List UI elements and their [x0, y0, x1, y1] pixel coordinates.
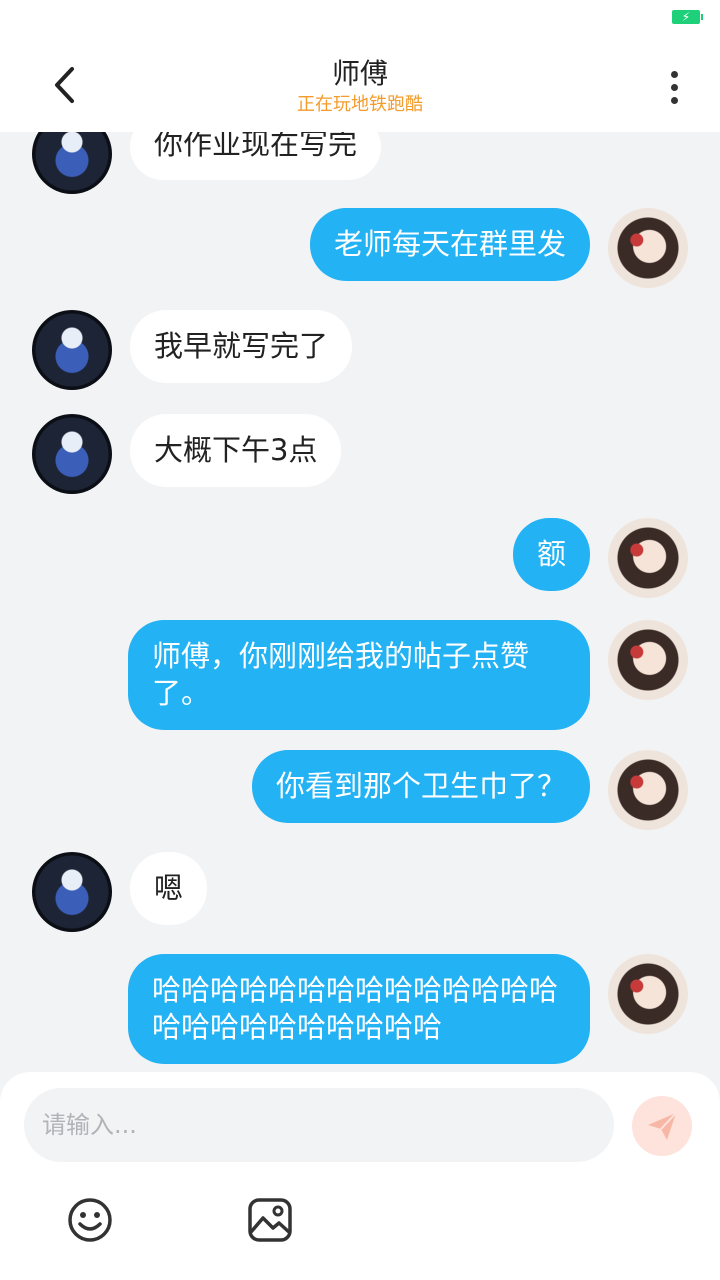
send-button[interactable]	[632, 1096, 692, 1156]
contact-avatar[interactable]	[32, 414, 112, 494]
emoji-button[interactable]	[66, 1196, 114, 1244]
message-item: 你看到那个卫生巾了？	[251, 750, 688, 830]
more-options-button[interactable]	[654, 62, 694, 112]
message-item: 哈哈哈哈哈哈哈哈哈哈哈哈哈哈哈哈哈哈哈哈哈哈哈哈	[128, 954, 688, 1064]
message-item: 老师每天在群里发	[309, 208, 688, 288]
message-item: 额	[512, 518, 688, 598]
message-bubble: 你看到那个卫生巾了？	[251, 750, 590, 823]
message-bubble: 我早就写完了	[130, 310, 353, 383]
more-vertical-icon	[670, 70, 678, 78]
message-item: 大概下午3点	[32, 414, 342, 494]
contact-avatar[interactable]	[32, 852, 112, 932]
image-icon	[248, 1198, 292, 1242]
user-avatar[interactable]	[608, 518, 688, 598]
image-button[interactable]	[246, 1196, 294, 1244]
more-vertical-icon-dot	[670, 83, 678, 91]
user-avatar[interactable]	[608, 208, 688, 288]
message-list[interactable]: 你作业现在写完 老师每天在群里发 我早就写完了 大概下午3点 额 师傅，你刚刚给…	[0, 132, 720, 1072]
contact-avatar[interactable]	[32, 132, 112, 194]
message-bubble: 嗯	[130, 852, 208, 925]
user-avatar[interactable]	[608, 620, 688, 700]
message-item: 你作业现在写完	[32, 132, 382, 194]
chat-title: 师傅	[331, 57, 388, 90]
contact-avatar[interactable]	[32, 310, 112, 390]
user-avatar[interactable]	[608, 954, 688, 1034]
message-bubble: 你作业现在写完	[130, 132, 382, 180]
message-item: 嗯	[32, 852, 208, 932]
message-bubble: 额	[512, 518, 590, 591]
chat-header: 师傅 正在玩地铁跑酷	[0, 40, 720, 132]
chat-status: 正在玩地铁跑酷	[297, 94, 423, 115]
message-item: 我早就写完了	[32, 310, 353, 390]
message-item: 师傅，你刚刚给我的帖子点赞了。	[128, 620, 688, 730]
battery-charging-icon: ⚡	[672, 10, 703, 24]
user-avatar[interactable]	[608, 750, 688, 830]
send-icon	[648, 1112, 677, 1140]
message-bubble: 哈哈哈哈哈哈哈哈哈哈哈哈哈哈哈哈哈哈哈哈哈哈哈哈	[128, 954, 590, 1064]
message-bubble: 老师每天在群里发	[309, 208, 590, 281]
message-input[interactable]	[24, 1088, 614, 1162]
message-bubble: 师傅，你刚刚给我的帖子点赞了。	[128, 620, 590, 730]
more-vertical-icon-dot	[670, 96, 678, 104]
status-bar: ⚡	[0, 0, 720, 40]
message-bubble: 大概下午3点	[130, 414, 342, 487]
emoji-icon	[68, 1198, 112, 1242]
message-composer	[0, 1072, 720, 1280]
